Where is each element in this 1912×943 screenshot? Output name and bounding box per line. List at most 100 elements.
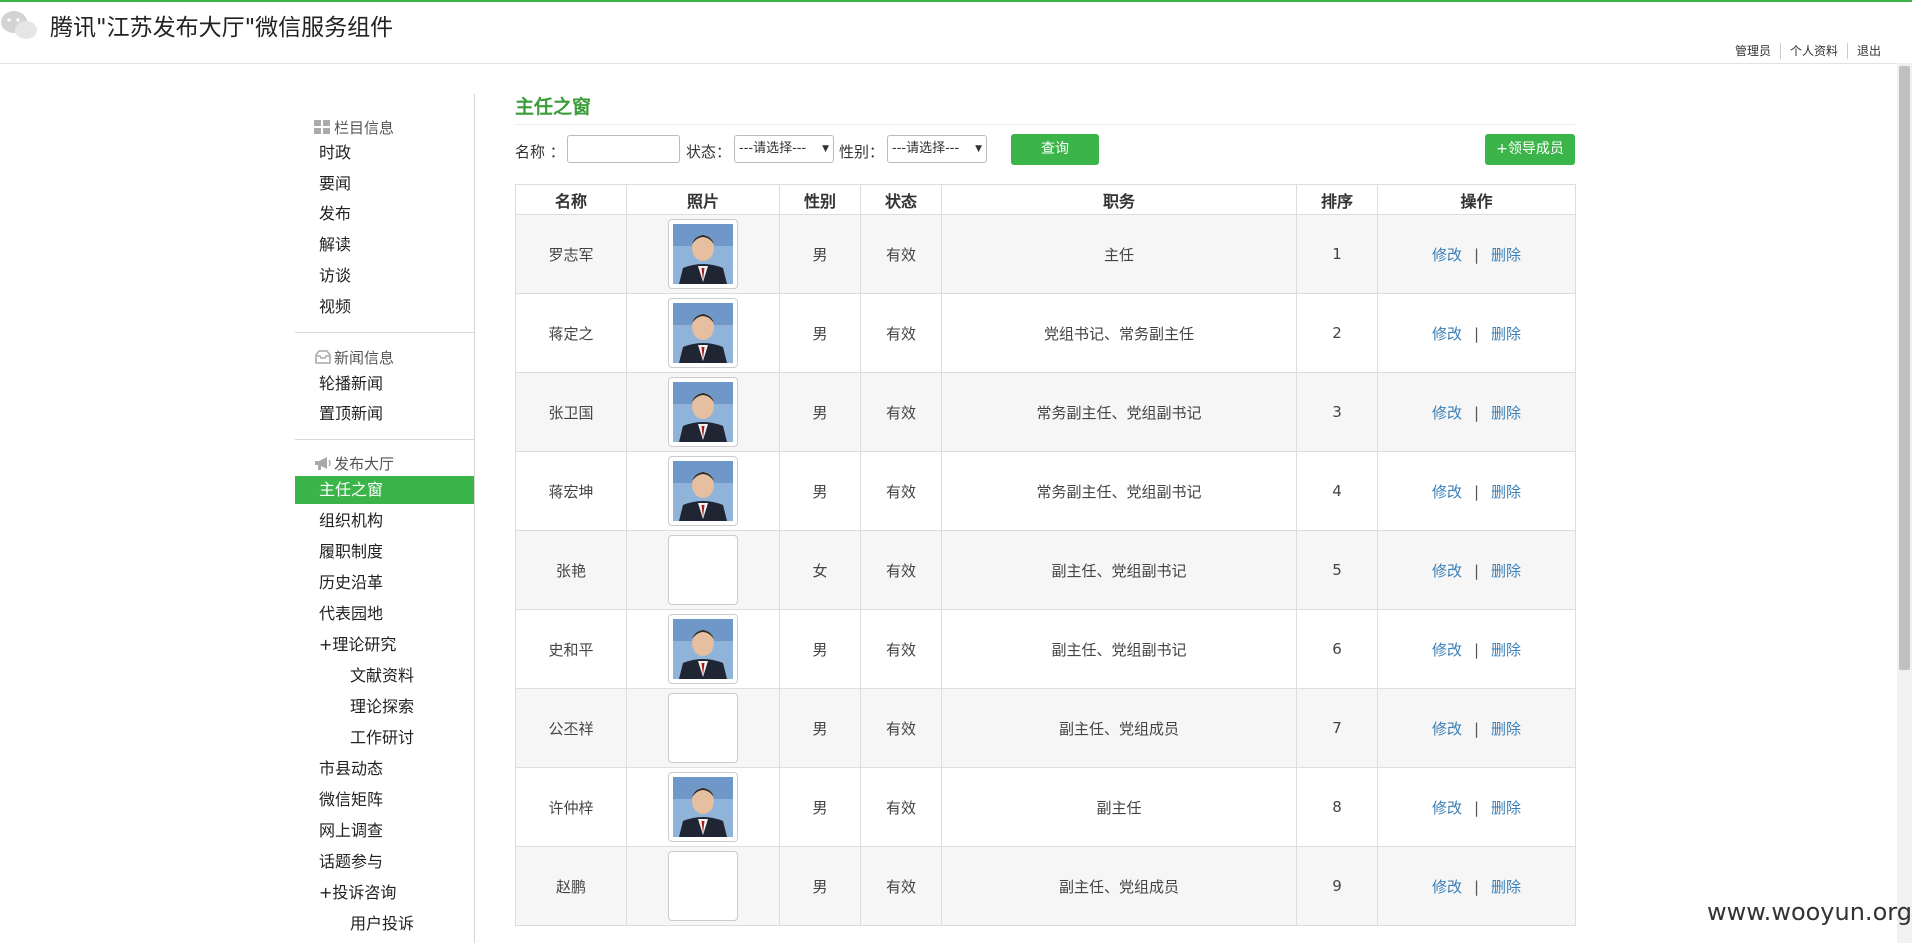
cell-photo	[626, 846, 780, 926]
sidebar-item-matrix[interactable]: 微信矩阵	[295, 786, 474, 814]
name-input[interactable]	[567, 135, 680, 163]
edit-link[interactable]: 修改	[1432, 246, 1462, 264]
portrait-photo	[668, 298, 738, 368]
cell-name: 许仲梓	[515, 767, 627, 847]
edit-link[interactable]: 修改	[1432, 562, 1462, 580]
edit-link[interactable]: 修改	[1432, 325, 1462, 343]
cell-status: 有效	[860, 372, 942, 452]
action-divider: |	[1473, 245, 1480, 264]
gender-label: 性别：	[839, 143, 885, 161]
cell-order: 6	[1296, 609, 1378, 689]
cell-gender: 男	[779, 293, 861, 373]
action-divider: |	[1473, 482, 1480, 501]
delete-link[interactable]: 删除	[1491, 720, 1521, 738]
query-button[interactable]: 查询	[1011, 134, 1099, 165]
edit-link[interactable]: 修改	[1432, 483, 1462, 501]
delete-link[interactable]: 删除	[1491, 483, 1521, 501]
cell-status: 有效	[860, 688, 942, 768]
cell-order: 2	[1296, 293, 1378, 373]
page-title: 主任之窗	[515, 96, 592, 118]
edit-link[interactable]: 修改	[1432, 404, 1462, 422]
sidebar-item-delegates[interactable]: 代表园地	[295, 600, 474, 628]
sidebar-item-yaowen[interactable]: 要闻	[295, 170, 474, 198]
edit-link[interactable]: 修改	[1432, 878, 1462, 896]
cell-post: 副主任、党组成员	[941, 846, 1297, 926]
table-row: 罗志军 男有效 主任 1 修改 | 删除	[515, 214, 1576, 294]
sidebar-item-lunbo[interactable]: 轮播新闻	[295, 370, 474, 398]
add-leader-button[interactable]: +领导成员	[1485, 134, 1575, 165]
sidebar-item-org[interactable]: 组织机构	[295, 507, 474, 535]
profile-link[interactable]: 个人资料	[1779, 43, 1847, 59]
sidebar-item-fangtan[interactable]: 访谈	[295, 262, 474, 290]
cell-name: 赵鹏	[515, 846, 627, 926]
sidebar-item-jiedu[interactable]: 解读	[295, 231, 474, 259]
cell-gender: 男	[779, 767, 861, 847]
table-body: 罗志军男有效 主任 1 修改 | 删除 蒋定之男有效 党组书记、常务副主任 2 修改 | 删除 张卫国男…	[515, 214, 1576, 926]
table-row: 史和平 男有效 副主任、党组副书记 6 修改 | 删除	[515, 609, 1576, 689]
delete-link[interactable]: 删除	[1491, 562, 1521, 580]
delete-link[interactable]: 删除	[1491, 878, 1521, 896]
col-header-gender: 性别	[779, 184, 861, 215]
sidebar-item-city[interactable]: 市县动态	[295, 755, 474, 783]
cell-status: 有效	[860, 530, 942, 610]
action-divider: |	[1473, 798, 1480, 817]
col-header-actions: 操作	[1377, 184, 1576, 215]
delete-link[interactable]: 删除	[1491, 246, 1521, 264]
delete-link[interactable]: 删除	[1491, 325, 1521, 343]
sidebar-item-explore[interactable]: 理论探索	[295, 693, 474, 721]
sidebar-item-fabu[interactable]: 发布	[295, 200, 474, 228]
watermark: www.wooyun.org	[1707, 898, 1912, 926]
sidebar-item-shizheng[interactable]: 时政	[295, 139, 474, 167]
sidebar-item-seminar[interactable]: 工作研讨	[295, 724, 474, 752]
sidebar-item-docs[interactable]: 文献资料	[295, 662, 474, 690]
sidebar-item-theory[interactable]: +理论研究	[295, 631, 474, 659]
table-row: 蒋宏坤 男有效 常务副主任、党组副书记 4 修改 | 删除	[515, 451, 1576, 531]
cell-photo	[626, 293, 780, 373]
admin-link[interactable]: 管理员	[1726, 43, 1780, 59]
sidebar-section-title: 发布大厅	[334, 455, 395, 473]
cell-actions: 修改 | 删除	[1377, 372, 1576, 452]
sidebar-item-topic[interactable]: 话题参与	[295, 848, 474, 876]
cell-post: 副主任、党组副书记	[941, 530, 1297, 610]
cell-actions: 修改 | 删除	[1377, 767, 1576, 847]
sidebar-item-user-complaint[interactable]: 用户投诉	[295, 910, 474, 938]
cell-post: 副主任、党组成员	[941, 688, 1297, 768]
sidebar-item-zhuren-window[interactable]: 主任之窗	[295, 476, 474, 504]
cell-photo	[626, 214, 780, 294]
logout-link[interactable]: 退出	[1846, 43, 1890, 59]
scrollbar-thumb[interactable]	[1899, 66, 1910, 670]
sidebar-item-complaint-consult[interactable]: +投诉咨询	[295, 879, 474, 907]
edit-link[interactable]: 修改	[1432, 720, 1462, 738]
cell-photo	[626, 451, 780, 531]
sidebar-item-duty[interactable]: 履职制度	[295, 538, 474, 566]
sidebar-item-survey[interactable]: 网上调查	[295, 817, 474, 845]
sidebar-section-title: 新闻信息	[334, 349, 395, 367]
title-divider	[515, 124, 1575, 125]
delete-link[interactable]: 删除	[1491, 799, 1521, 817]
action-divider: |	[1473, 640, 1480, 659]
cell-post: 党组书记、常务副主任	[941, 293, 1297, 373]
action-divider: |	[1473, 324, 1480, 343]
cell-actions: 修改 | 删除	[1377, 688, 1576, 768]
empty-photo	[668, 693, 738, 763]
cell-photo	[626, 372, 780, 452]
cell-status: 有效	[860, 846, 942, 926]
portrait-photo	[668, 377, 738, 447]
delete-link[interactable]: 删除	[1491, 404, 1521, 422]
cell-photo	[626, 767, 780, 847]
edit-link[interactable]: 修改	[1432, 799, 1462, 817]
gender-select[interactable]: ---请选择--- ▼	[887, 135, 987, 163]
cell-status: 有效	[860, 214, 942, 294]
cell-name: 蒋宏坤	[515, 451, 627, 531]
sidebar-item-zhiding[interactable]: 置顶新闻	[295, 400, 474, 428]
sidebar-item-history[interactable]: 历史沿革	[295, 569, 474, 597]
table-row: 许仲梓 男有效 副主任 8 修改 | 删除	[515, 767, 1576, 847]
cell-order: 9	[1296, 846, 1378, 926]
cell-name: 张艳	[515, 530, 627, 610]
cell-name: 史和平	[515, 609, 627, 689]
status-select[interactable]: ---请选择--- ▼	[734, 135, 834, 163]
delete-link[interactable]: 删除	[1491, 641, 1521, 659]
sidebar-item-shipin[interactable]: 视频	[295, 293, 474, 321]
cell-status: 有效	[860, 293, 942, 373]
edit-link[interactable]: 修改	[1432, 641, 1462, 659]
